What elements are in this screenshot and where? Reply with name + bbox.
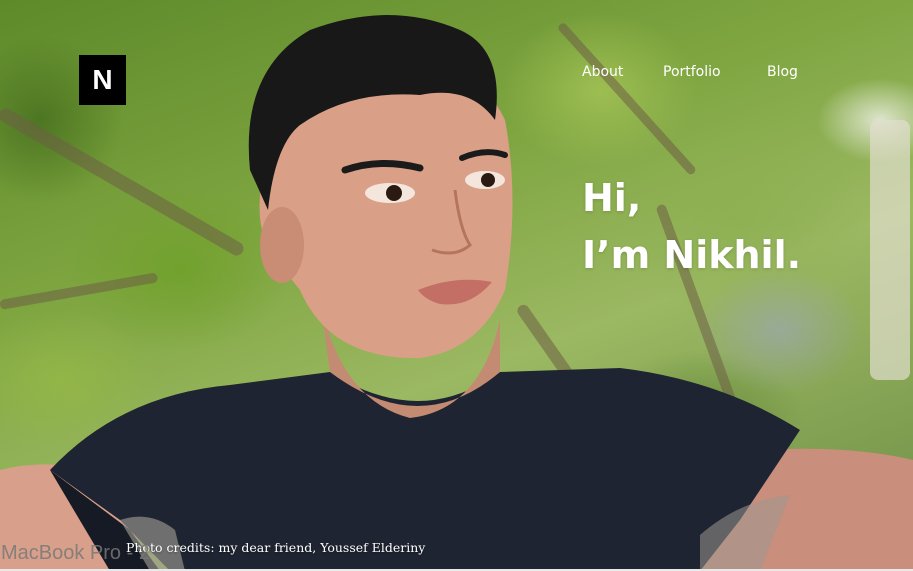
nav-about-link[interactable]: About (582, 62, 663, 82)
main-nav: About Portfolio Blog (582, 62, 798, 82)
hero-name-line: I’m Nikhil. (582, 233, 802, 277)
n-logo-icon: N (92, 64, 113, 95)
ear (260, 207, 304, 283)
hero-greeting-line: Hi, (582, 176, 642, 220)
nav-portfolio-link[interactable]: Portfolio (663, 62, 767, 82)
site-logo[interactable]: N (79, 55, 126, 105)
device-frame-label: MacBook Pro - 2 (1, 542, 150, 564)
portfolio-homepage: N About Portfolio Blog Hi, I’m Nikhil. P… (0, 0, 913, 571)
portrait-figure (0, 15, 913, 571)
nav-blog-link[interactable]: Blog (767, 62, 798, 82)
photo-credits: Photo credits: my dear friend, Youssef E… (126, 540, 426, 555)
hero-headline: Hi, I’m Nikhil. (582, 170, 801, 284)
